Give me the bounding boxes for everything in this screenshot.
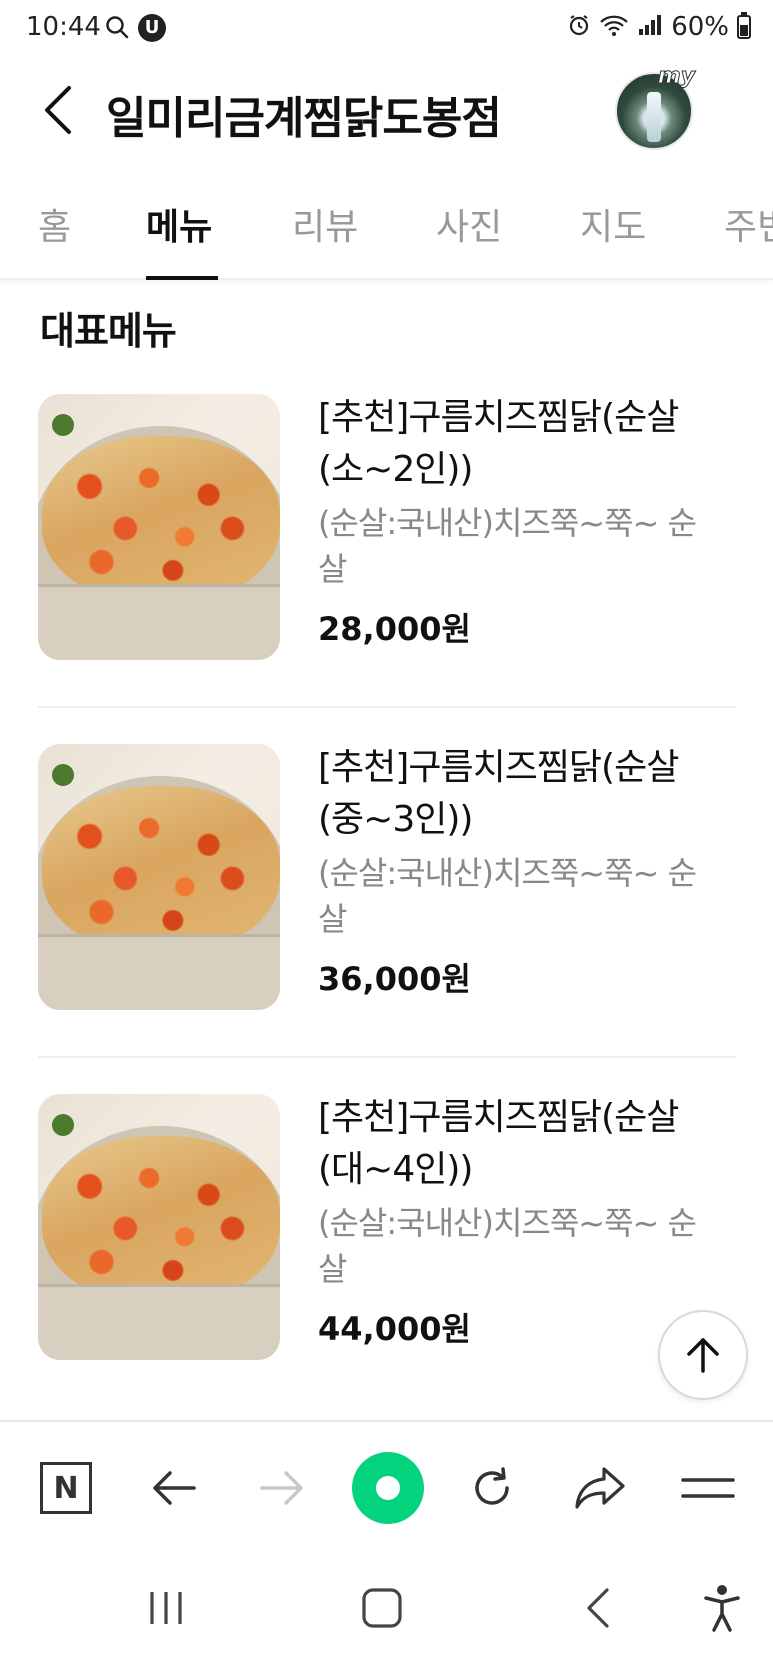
food-shape: [42, 786, 280, 954]
refresh-button[interactable]: [462, 1458, 522, 1518]
menu-button[interactable]: [678, 1458, 738, 1518]
pot-rim: [38, 584, 280, 660]
home-button[interactable]: [352, 1578, 412, 1638]
pot-rim: [38, 934, 280, 1010]
divider: [38, 1056, 736, 1058]
food-shape: [42, 1136, 280, 1304]
system-back-button[interactable]: [568, 1578, 628, 1638]
battery-icon: [737, 12, 751, 39]
recent-apps-icon: [150, 1592, 182, 1624]
status-bar: 10:44 U 60%: [0, 0, 773, 60]
page-title: 일미리금계찜닭도봉점: [106, 93, 502, 144]
menu-price: 36,000원: [318, 960, 471, 998]
naver-home-icon: N: [40, 1462, 92, 1514]
herb-shape: [52, 764, 74, 786]
menu-description: (순살:국내산)치즈쭉~쭉~ 순살: [318, 504, 697, 588]
menu-name: [추천]구름치즈찜닭(순살(소~2인)): [318, 397, 679, 490]
tab-nearby[interactable]: 주변: [724, 198, 773, 250]
tab-home[interactable]: 홈: [38, 198, 71, 250]
menu-item[interactable]: [추천]구름치즈찜닭(순살(소~2인)) (순살:국내산)치즈쭉~쭉~ 순살 2…: [38, 394, 736, 744]
back-arrow-icon: [153, 1471, 196, 1505]
menu-item[interactable]: [추천]구름치즈찜닭(순살(대~4인)) (순살:국내산)치즈쭉~쭉~ 순살 4…: [38, 1094, 736, 1444]
green-dot-button[interactable]: [352, 1452, 424, 1524]
forward-arrow-icon: [260, 1471, 303, 1505]
arrow-up-icon: [687, 1338, 719, 1373]
waterfall-image: [647, 92, 661, 142]
naver-home-button[interactable]: N: [36, 1458, 96, 1518]
menu-thumbnail: [38, 394, 280, 660]
pot-rim: [38, 1284, 280, 1360]
recent-apps-button[interactable]: [136, 1578, 196, 1638]
tab-map[interactable]: 지도: [580, 198, 646, 250]
refresh-icon: [475, 1467, 509, 1505]
active-tab-indicator: [146, 276, 218, 280]
browser-forward-button[interactable]: [252, 1458, 312, 1518]
home-square-icon: [362, 1588, 402, 1628]
section-title: 대표메뉴: [40, 309, 177, 353]
menu-thumbnail: [38, 1094, 280, 1360]
back-button[interactable]: [36, 80, 80, 140]
status-time: 10:44: [26, 12, 101, 42]
menu-thumbnail: [38, 744, 280, 1010]
menu-price: 44,000원: [318, 1310, 471, 1348]
alarm-icon: [567, 13, 591, 41]
search-icon: [104, 14, 130, 44]
scroll-top-button[interactable]: [658, 1310, 748, 1400]
browser-toolbar: N: [0, 1420, 773, 1548]
wifi-icon: [599, 13, 629, 41]
browser-back-button[interactable]: [144, 1458, 204, 1518]
tab-photo[interactable]: 사진: [436, 198, 502, 250]
menu-icon: [681, 1478, 735, 1498]
accessibility-icon: [704, 1585, 740, 1632]
system-nav-bar: [0, 1548, 773, 1658]
share-icon: [575, 1467, 625, 1509]
menu-description: (순살:국내산)치즈쭉~쭉~ 순살: [318, 1204, 697, 1288]
food-shape: [42, 436, 280, 604]
status-right: 60%: [567, 12, 751, 42]
green-dot-icon: [352, 1452, 424, 1524]
divider: [38, 706, 736, 708]
tab-review[interactable]: 리뷰: [292, 198, 358, 250]
share-button[interactable]: [570, 1458, 630, 1518]
battery-percent: 60%: [671, 12, 729, 42]
system-back-icon: [587, 1588, 609, 1628]
menu-item[interactable]: [추천]구름치즈찜닭(순살(중~3인)) (순살:국내산)치즈쭉~쭉~ 순살 3…: [38, 744, 736, 1094]
signal-icon: [637, 13, 663, 41]
page-header: 일미리금계찜닭도봉점 my: [0, 60, 773, 160]
menu-price: 28,000원: [318, 610, 471, 648]
back-chevron-icon: [45, 86, 71, 134]
my-tag: my: [657, 64, 695, 90]
menu-name: [추천]구름치즈찜닭(순살(중~3인)): [318, 747, 679, 840]
tab-menu[interactable]: 메뉴: [146, 198, 212, 250]
u-badge-icon: U: [138, 14, 166, 42]
accessibility-button[interactable]: [692, 1578, 752, 1638]
herb-shape: [52, 414, 74, 436]
herb-shape: [52, 1114, 74, 1136]
tab-bar: 홈 메뉴 리뷰 사진 지도 주변: [0, 180, 773, 280]
menu-description: (순살:국내산)치즈쭉~쭉~ 순살: [318, 854, 697, 938]
menu-name: [추천]구름치즈찜닭(순살(대~4인)): [318, 1097, 679, 1190]
